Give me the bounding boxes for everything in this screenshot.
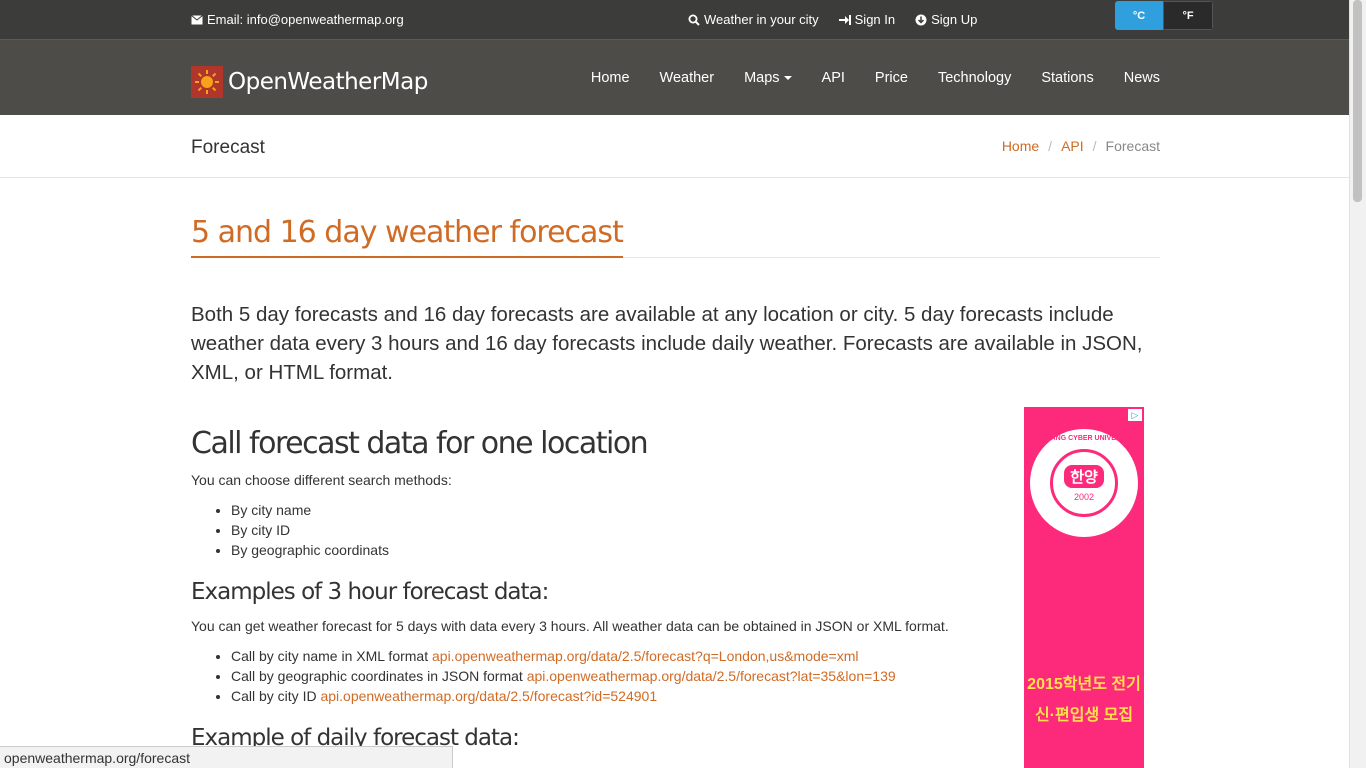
seal-year: 2002 <box>1073 491 1095 502</box>
nav-home[interactable]: Home <box>591 70 630 86</box>
example-label: Call by city ID <box>231 688 321 704</box>
seal-ring-text: HANYANG CYBER UNIVERSITY <box>1031 435 1137 442</box>
breadcrumb-api[interactable]: API <box>1061 138 1084 154</box>
nav-price[interactable]: Price <box>875 70 908 86</box>
breadcrumb-separator: / <box>1048 138 1053 154</box>
nav-maps-label: Maps <box>744 70 780 86</box>
nav-technology[interactable]: Technology <box>938 70 1011 86</box>
seal-inner: 한양 2002 <box>1050 449 1118 517</box>
brand-logo[interactable]: OpenWeatherMap <box>191 66 428 98</box>
university-seal: HANYANG CYBER UNIVERSITY 한양 2002 <box>1030 429 1138 537</box>
seal-text: 한양 <box>1064 464 1104 488</box>
section-heading-one-location: Call forecast data for one location <box>191 426 649 461</box>
weather-in-city-label: Weather in your city <box>704 12 819 27</box>
ad-choices-icon[interactable]: ▷ <box>1128 409 1142 421</box>
list-item: By geographic coordinats <box>231 540 389 560</box>
sign-in-icon <box>838 14 851 25</box>
section-heading-3-hour: Examples of 3 hour forecast data: <box>191 579 549 605</box>
sun-icon <box>191 66 223 98</box>
top-bar: Email: info@openweathermap.org Weather i… <box>0 0 1350 39</box>
arrow-circle-down-icon <box>915 14 927 25</box>
list-item: Call by geographic coordinates in JSON f… <box>231 666 896 686</box>
lead-paragraph: Both 5 day forecasts and 16 day forecast… <box>191 303 1143 384</box>
list-item: By city ID <box>231 520 389 540</box>
unit-toggle: °C °F <box>1115 1 1213 30</box>
main-navbar: OpenWeatherMap Home Weather Maps API Pri… <box>0 39 1350 116</box>
nav-menu: Home Weather Maps API Price Technology S… <box>591 70 1160 86</box>
page-title: Forecast <box>191 137 265 158</box>
list-item: By city name <box>231 500 389 520</box>
main-content: 5 and 16 day weather forecast Both 5 day… <box>191 215 1160 751</box>
example-link[interactable]: api.openweathermap.org/data/2.5/forecast… <box>432 648 859 664</box>
page: Email: info@openweathermap.org Weather i… <box>0 0 1350 768</box>
example-link[interactable]: api.openweathermap.org/data/2.5/forecast… <box>320 688 657 704</box>
vertical-scrollbar[interactable] <box>1349 0 1366 768</box>
weather-in-city-link[interactable]: Weather in your city <box>688 12 819 27</box>
main-heading: 5 and 16 day weather forecast <box>191 215 624 258</box>
sign-up-link[interactable]: Sign Up <box>915 12 977 27</box>
breadcrumb: Home / API / Forecast <box>1002 138 1160 154</box>
advertisement[interactable]: ▷ HANYANG CYBER UNIVERSITY 한양 2002 2015학… <box>1024 407 1144 768</box>
nav-stations[interactable]: Stations <box>1041 70 1093 86</box>
scrollbar-thumb[interactable] <box>1353 0 1362 202</box>
page-header: Forecast Home / API / Forecast <box>0 115 1350 178</box>
three-hour-intro: You can get weather forecast for 5 days … <box>191 618 949 634</box>
celsius-button[interactable]: °C <box>1115 1 1163 30</box>
brand-name: OpenWeatherMap <box>228 69 428 95</box>
nav-weather[interactable]: Weather <box>660 70 715 86</box>
search-methods-list: By city name By city ID By geographic co… <box>191 500 389 560</box>
example-label: Call by city name in XML format <box>231 648 432 664</box>
sign-in-link[interactable]: Sign In <box>838 12 896 27</box>
breadcrumb-separator: / <box>1092 138 1097 154</box>
email-link[interactable]: Email: info@openweathermap.org <box>191 12 404 27</box>
breadcrumb-home[interactable]: Home <box>1002 138 1039 154</box>
nav-news[interactable]: News <box>1124 70 1160 86</box>
nav-maps[interactable]: Maps <box>744 70 792 86</box>
breadcrumb-current: Forecast <box>1105 138 1160 154</box>
top-links: Weather in your city Sign In Sign Up <box>688 12 977 27</box>
examples-list: Call by city name in XML format api.open… <box>191 646 896 706</box>
example-link[interactable]: api.openweathermap.org/data/2.5/forecast… <box>527 668 896 684</box>
sign-up-label: Sign Up <box>931 12 978 27</box>
list-item: Call by city name in XML format api.open… <box>231 646 896 666</box>
list-item: Call by city ID api.openweathermap.org/d… <box>231 686 896 706</box>
envelope-icon <box>191 14 203 24</box>
fahrenheit-button[interactable]: °F <box>1163 1 1213 30</box>
nav-api[interactable]: API <box>822 70 845 86</box>
ad-line-2: 신·편입생 모집 <box>1034 707 1134 724</box>
example-label: Call by geographic coordinates in JSON f… <box>231 668 527 684</box>
email-text: Email: info@openweathermap.org <box>207 12 404 27</box>
sign-in-label: Sign In <box>854 12 896 27</box>
search-icon <box>688 14 700 26</box>
caret-down-icon <box>783 76 792 80</box>
ad-line-1: 2015학년도 전기 <box>1027 676 1141 693</box>
search-methods-intro: You can choose different search methods: <box>191 472 452 488</box>
status-bar-url: openweathermap.org/forecast <box>0 746 453 768</box>
